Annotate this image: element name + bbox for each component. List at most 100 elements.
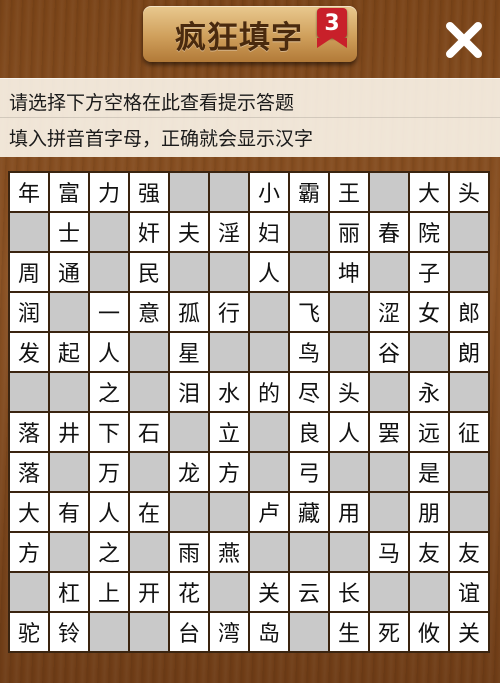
grid-cell[interactable]: 大	[410, 173, 448, 211]
grid-cell[interactable]: 井	[50, 413, 88, 451]
grid-cell[interactable]: 死	[370, 613, 408, 651]
grid-cell[interactable]: 人	[330, 413, 368, 451]
grid-cell[interactable]: 谊	[450, 573, 488, 611]
grid-cell[interactable]: 力	[90, 173, 128, 211]
grid-cell[interactable]: 台	[170, 613, 208, 651]
grid-cell[interactable]: 行	[210, 293, 248, 331]
grid-cell[interactable]: 上	[90, 573, 128, 611]
grid-cell[interactable]: 涩	[370, 293, 408, 331]
grid-cell[interactable]: 用	[330, 493, 368, 531]
grid-cell[interactable]: 的	[250, 373, 288, 411]
grid-cell[interactable]: 尽	[290, 373, 328, 411]
grid-cell[interactable]: 院	[410, 213, 448, 251]
grid-cell[interactable]: 在	[130, 493, 168, 531]
grid-cell[interactable]: 龙	[170, 453, 208, 491]
grid-cell[interactable]: 头	[450, 173, 488, 211]
close-button[interactable]	[438, 14, 490, 66]
grid-blocked-cell	[370, 453, 408, 491]
grid-cell[interactable]: 头	[330, 373, 368, 411]
grid-cell[interactable]: 淫	[210, 213, 248, 251]
grid-cell[interactable]: 朋	[410, 493, 448, 531]
grid-cell[interactable]: 藏	[290, 493, 328, 531]
grid-cell[interactable]: 驼	[10, 613, 48, 651]
grid-cell[interactable]: 征	[450, 413, 488, 451]
grid-blocked-cell	[170, 173, 208, 211]
grid-cell[interactable]: 良	[290, 413, 328, 451]
grid-cell[interactable]: 落	[10, 453, 48, 491]
grid-cell[interactable]: 方	[210, 453, 248, 491]
grid-cell[interactable]: 石	[130, 413, 168, 451]
grid-cell[interactable]: 岛	[250, 613, 288, 651]
hint-panel[interactable]: 请选择下方空格在此查看提示答题 填入拼音首字母，正确就会显示汉字	[0, 78, 500, 157]
grid-cell[interactable]: 方	[10, 533, 48, 571]
grid-cell[interactable]: 雨	[170, 533, 208, 571]
grid-cell[interactable]: 远	[410, 413, 448, 451]
grid-cell[interactable]: 水	[210, 373, 248, 411]
grid-cell[interactable]: 人	[250, 253, 288, 291]
grid-cell[interactable]: 罢	[370, 413, 408, 451]
grid-cell[interactable]: 有	[50, 493, 88, 531]
grid-cell[interactable]: 王	[330, 173, 368, 211]
grid-cell[interactable]: 开	[130, 573, 168, 611]
grid-cell[interactable]: 通	[50, 253, 88, 291]
grid-cell[interactable]: 民	[130, 253, 168, 291]
grid-cell[interactable]: 士	[50, 213, 88, 251]
grid-cell[interactable]: 发	[10, 333, 48, 371]
grid-cell[interactable]: 润	[10, 293, 48, 331]
grid-cell[interactable]: 生	[330, 613, 368, 651]
grid-blocked-cell	[10, 373, 48, 411]
grid-cell[interactable]: 子	[410, 253, 448, 291]
grid-cell[interactable]: 星	[170, 333, 208, 371]
grid-cell[interactable]: 人	[90, 493, 128, 531]
grid-cell[interactable]: 妇	[250, 213, 288, 251]
grid-cell[interactable]: 友	[410, 533, 448, 571]
grid-cell[interactable]: 云	[290, 573, 328, 611]
grid-cell[interactable]: 卢	[250, 493, 288, 531]
grid-cell[interactable]: 夫	[170, 213, 208, 251]
grid-cell[interactable]: 小	[250, 173, 288, 211]
grid-cell[interactable]: 马	[370, 533, 408, 571]
grid-cell[interactable]: 起	[50, 333, 88, 371]
grid-cell[interactable]: 下	[90, 413, 128, 451]
grid-cell[interactable]: 关	[250, 573, 288, 611]
grid-cell[interactable]: 飞	[290, 293, 328, 331]
grid-cell[interactable]: 长	[330, 573, 368, 611]
grid-cell[interactable]: 一	[90, 293, 128, 331]
grid-cell[interactable]: 之	[90, 373, 128, 411]
grid-cell[interactable]: 谷	[370, 333, 408, 371]
grid-cell[interactable]: 落	[10, 413, 48, 451]
grid-cell[interactable]: 郎	[450, 293, 488, 331]
grid-cell[interactable]: 女	[410, 293, 448, 331]
grid-cell[interactable]: 霸	[290, 173, 328, 211]
grid-cell[interactable]: 丽	[330, 213, 368, 251]
grid-cell[interactable]: 铃	[50, 613, 88, 651]
grid-cell[interactable]: 湾	[210, 613, 248, 651]
grid-cell[interactable]: 周	[10, 253, 48, 291]
grid-cell[interactable]: 永	[410, 373, 448, 411]
grid-cell[interactable]: 富	[50, 173, 88, 211]
grid-cell[interactable]: 人	[90, 333, 128, 371]
grid-cell[interactable]: 意	[130, 293, 168, 331]
grid-cell[interactable]: 燕	[210, 533, 248, 571]
grid-blocked-cell	[370, 573, 408, 611]
grid-cell[interactable]: 奸	[130, 213, 168, 251]
grid-cell[interactable]: 朗	[450, 333, 488, 371]
grid-cell[interactable]: 友	[450, 533, 488, 571]
grid-cell[interactable]: 杠	[50, 573, 88, 611]
grid-cell[interactable]: 大	[10, 493, 48, 531]
grid-cell[interactable]: 坤	[330, 253, 368, 291]
grid-cell[interactable]: 之	[90, 533, 128, 571]
grid-cell[interactable]: 攸	[410, 613, 448, 651]
grid-cell[interactable]: 花	[170, 573, 208, 611]
grid-cell[interactable]: 泪	[170, 373, 208, 411]
grid-cell[interactable]: 年	[10, 173, 48, 211]
grid-cell[interactable]: 是	[410, 453, 448, 491]
grid-cell[interactable]: 万	[90, 453, 128, 491]
grid-cell[interactable]: 春	[370, 213, 408, 251]
grid-cell[interactable]: 关	[450, 613, 488, 651]
grid-cell[interactable]: 孤	[170, 293, 208, 331]
grid-cell[interactable]: 弓	[290, 453, 328, 491]
grid-cell[interactable]: 鸟	[290, 333, 328, 371]
grid-cell[interactable]: 强	[130, 173, 168, 211]
grid-cell[interactable]: 立	[210, 413, 248, 451]
